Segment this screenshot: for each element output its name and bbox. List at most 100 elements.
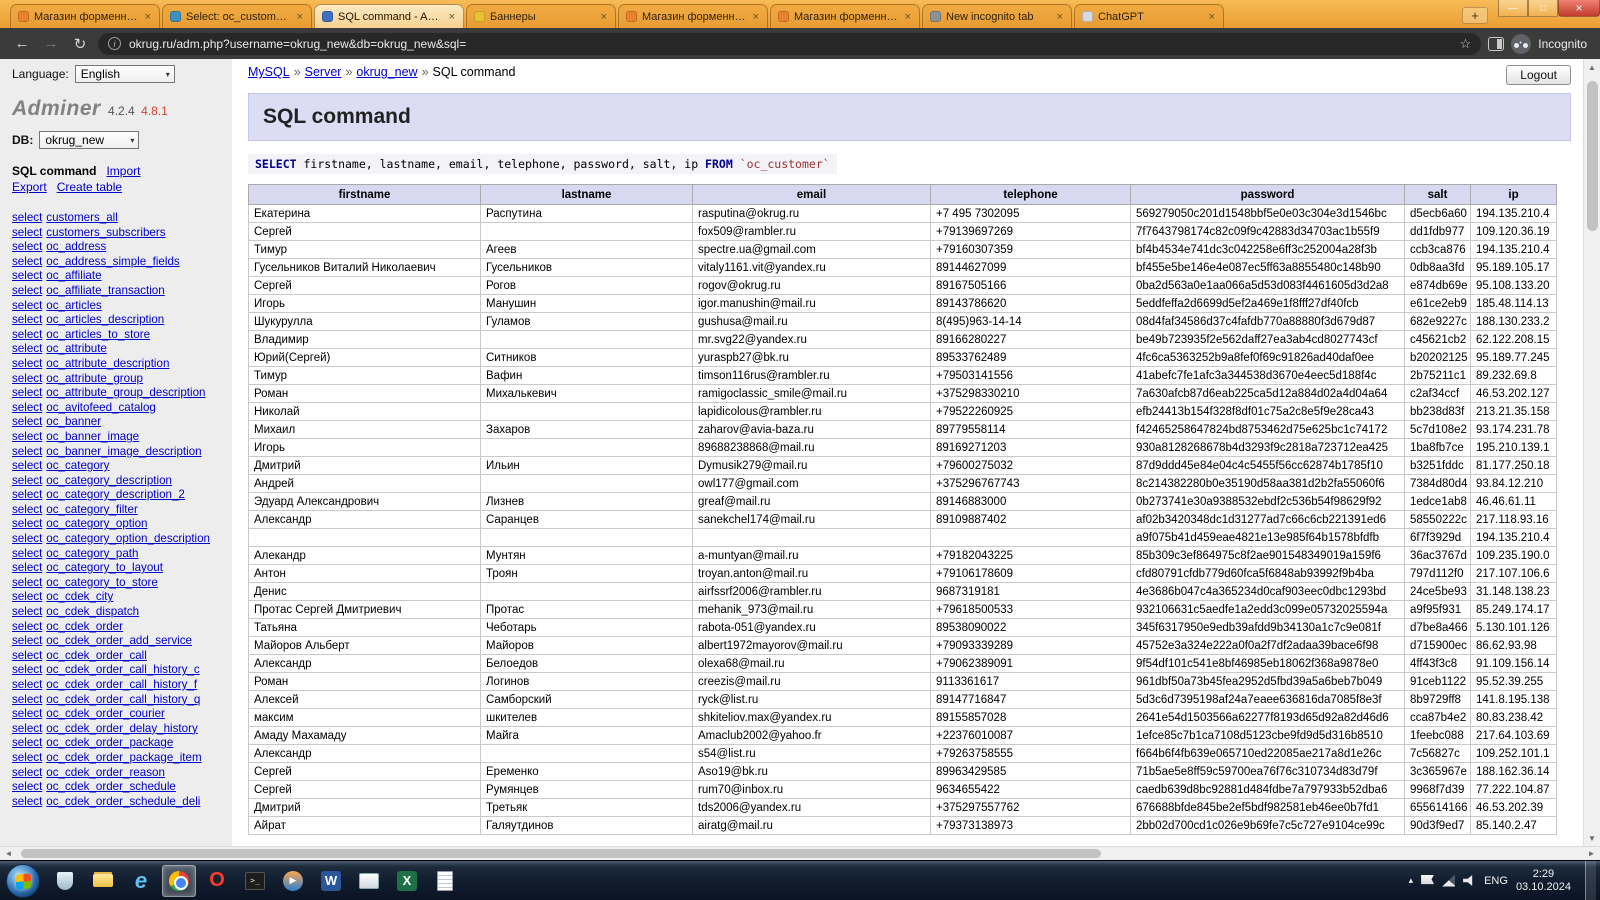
excel-taskbar-button[interactable]: X <box>390 865 424 897</box>
select-table-link[interactable]: select <box>12 488 42 501</box>
browser-tab[interactable]: New incognito tab× <box>922 4 1072 28</box>
select-table-link[interactable]: select <box>12 780 42 793</box>
select-table-link[interactable]: select <box>12 605 42 618</box>
browser-tab[interactable]: SQL command - Adminer× <box>314 4 464 28</box>
tab-close-icon[interactable]: × <box>296 11 304 23</box>
notepad-taskbar-button[interactable] <box>428 865 462 897</box>
address-bar[interactable]: i okrug.ru/adm.php?username=okrug_new&db… <box>98 33 1481 55</box>
site-info-icon[interactable]: i <box>108 37 121 50</box>
select-table-link[interactable]: select <box>12 357 42 370</box>
horizontal-scroll-thumb[interactable] <box>21 849 1101 858</box>
language-select[interactable]: English ▾ <box>75 65 175 83</box>
select-table-link[interactable]: select <box>12 576 42 589</box>
select-table-link[interactable]: select <box>12 255 42 268</box>
table-name-link[interactable]: oc_category_description_2 <box>46 488 185 501</box>
table-name-link[interactable]: oc_cdek_order_schedule_deli <box>46 795 200 808</box>
table-name-link[interactable]: oc_cdek_order_courier <box>46 707 165 720</box>
network-icon[interactable] <box>1442 875 1455 887</box>
paint-taskbar-button[interactable] <box>352 865 386 897</box>
scroll-right-icon[interactable]: ► <box>1583 847 1600 861</box>
column-header[interactable]: salt <box>1405 185 1471 205</box>
table-name-link[interactable]: oc_category_to_store <box>46 576 158 589</box>
select-table-link[interactable]: select <box>12 211 42 224</box>
select-table-link[interactable]: select <box>12 707 42 720</box>
browser-tab[interactable]: Магазин форменной оде...× <box>770 4 920 28</box>
opera-taskbar-button[interactable]: O <box>200 865 234 897</box>
bookmark-star-icon[interactable]: ☆ <box>1460 36 1472 52</box>
table-name-link[interactable]: oc_cdek_order_call_history_q <box>46 693 200 706</box>
table-name-link[interactable]: oc_cdek_order_call_history_f <box>46 678 197 691</box>
select-table-link[interactable]: select <box>12 401 42 414</box>
table-name-link[interactable]: customers_subscribers <box>46 226 165 239</box>
side-panel-icon[interactable] <box>1488 37 1504 51</box>
forward-button[interactable]: → <box>40 33 62 55</box>
url-text[interactable]: okrug.ru/adm.php?username=okrug_new&db=o… <box>129 37 1452 51</box>
select-table-link[interactable]: select <box>12 620 42 633</box>
column-header[interactable]: telephone <box>931 185 1131 205</box>
select-table-link[interactable]: select <box>12 474 42 487</box>
adminer-latest-version-link[interactable]: 4.8.1 <box>141 104 168 118</box>
browser-tab[interactable]: Select: oc_customer - Adm...× <box>162 4 312 28</box>
tab-close-icon[interactable]: × <box>448 11 456 23</box>
select-table-link[interactable]: select <box>12 795 42 808</box>
breadcrumb-item[interactable]: okrug_new <box>356 65 417 79</box>
table-name-link[interactable]: oc_banner_image_description <box>46 445 201 458</box>
select-table-link[interactable]: select <box>12 517 42 530</box>
table-name-link[interactable]: oc_category_description <box>46 474 172 487</box>
ie-taskbar-button[interactable]: e <box>124 865 158 897</box>
action-center-icon[interactable] <box>1421 875 1434 887</box>
console-taskbar-button[interactable]: >_ <box>238 865 272 897</box>
select-table-link[interactable]: select <box>12 299 42 312</box>
logout-button[interactable]: Logout <box>1506 65 1571 85</box>
browser-tab[interactable]: Магазин форменной оде...× <box>618 4 768 28</box>
select-table-link[interactable]: select <box>12 766 42 779</box>
select-table-link[interactable]: select <box>12 503 42 516</box>
start-button[interactable] <box>6 864 40 898</box>
table-name-link[interactable]: oc_cdek_order_schedule <box>46 780 176 793</box>
table-name-link[interactable]: oc_cdek_order_reason <box>46 766 165 779</box>
breadcrumb-item[interactable]: MySQL <box>248 65 290 79</box>
table-name-link[interactable]: oc_affiliate_transaction <box>46 284 164 297</box>
table-name-link[interactable]: oc_category_to_layout <box>46 561 163 574</box>
column-header[interactable]: ip <box>1471 185 1557 205</box>
tab-close-icon[interactable]: × <box>144 11 152 23</box>
select-table-link[interactable]: select <box>12 313 42 326</box>
scroll-left-icon[interactable]: ◄ <box>0 847 17 861</box>
sidebar-sql-command-link[interactable]: SQL command <box>12 164 96 178</box>
select-table-link[interactable]: select <box>12 561 42 574</box>
select-table-link[interactable]: select <box>12 459 42 472</box>
table-name-link[interactable]: oc_cdek_order_call <box>46 649 147 662</box>
table-name-link[interactable]: oc_attribute <box>46 342 107 355</box>
select-table-link[interactable]: select <box>12 342 42 355</box>
vertical-scroll-thumb[interactable] <box>1587 81 1598 231</box>
select-table-link[interactable]: select <box>12 240 42 253</box>
scroll-up-icon[interactable]: ▲ <box>1584 59 1600 75</box>
select-table-link[interactable]: select <box>12 372 42 385</box>
table-name-link[interactable]: oc_banner <box>46 415 101 428</box>
table-name-link[interactable]: oc_avitofeed_catalog <box>46 401 156 414</box>
show-desktop-button[interactable] <box>1585 861 1596 900</box>
select-table-link[interactable]: select <box>12 430 42 443</box>
table-name-link[interactable]: oc_attribute_description <box>46 357 169 370</box>
select-table-link[interactable]: select <box>12 634 42 647</box>
clock[interactable]: 2:29 03.10.2024 <box>1516 868 1571 894</box>
keyboard-language-indicator[interactable]: ENG <box>1484 875 1508 887</box>
new-tab-button[interactable]: + <box>1462 7 1488 24</box>
select-table-link[interactable]: select <box>12 226 42 239</box>
minimize-button[interactable]: — <box>1498 0 1528 17</box>
table-name-link[interactable]: oc_cdek_dispatch <box>46 605 139 618</box>
word-taskbar-button[interactable]: W <box>314 865 348 897</box>
select-table-link[interactable]: select <box>12 284 42 297</box>
chrome-taskbar-button[interactable] <box>162 865 196 897</box>
tab-close-icon[interactable]: × <box>600 11 608 23</box>
vertical-scrollbar[interactable]: ▲ ▼ <box>1583 59 1600 846</box>
table-name-link[interactable]: oc_affiliate <box>46 269 101 282</box>
select-table-link[interactable]: select <box>12 532 42 545</box>
select-table-link[interactable]: select <box>12 663 42 676</box>
table-name-link[interactable]: oc_articles_description <box>46 313 164 326</box>
select-table-link[interactable]: select <box>12 328 42 341</box>
table-name-link[interactable]: oc_banner_image <box>46 430 139 443</box>
select-table-link[interactable]: select <box>12 751 42 764</box>
tab-close-icon[interactable]: × <box>752 11 760 23</box>
select-table-link[interactable]: select <box>12 736 42 749</box>
